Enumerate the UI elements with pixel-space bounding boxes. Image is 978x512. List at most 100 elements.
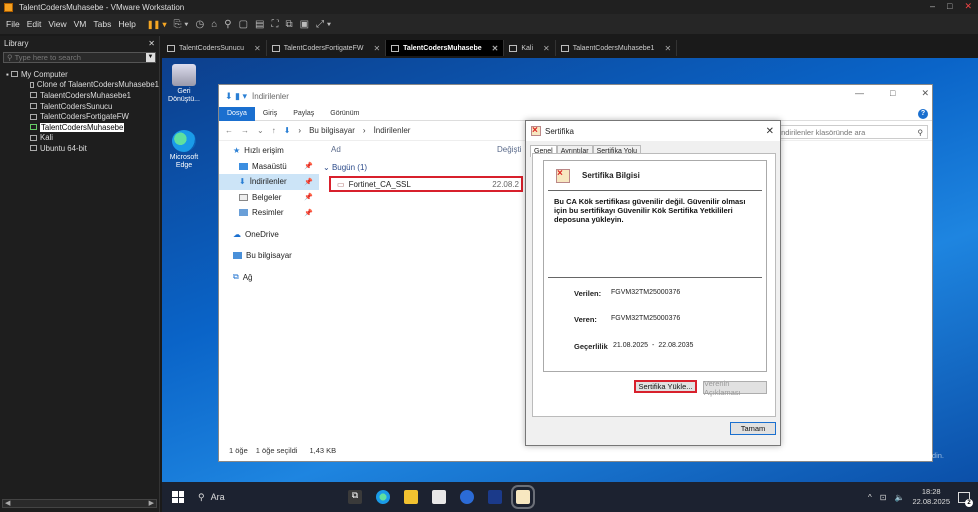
scroll-right-icon[interactable]: ▶	[149, 500, 154, 507]
menu-help[interactable]: Help	[118, 19, 135, 29]
thumbnail-icon[interactable]: ▤	[255, 19, 264, 30]
pause-icon[interactable]: ❚❚ ▾	[147, 20, 167, 29]
edge-icon[interactable]	[376, 490, 390, 504]
breadcrumb-this-pc[interactable]: Bu bilgisayar	[309, 126, 355, 135]
ribbon-tab-home[interactable]: Giriş	[255, 107, 285, 121]
nav-quick-access[interactable]: ★ Hızlı erişim	[219, 143, 319, 159]
ribbon-tab-file[interactable]: Dosya	[219, 106, 255, 121]
maximize-icon[interactable]: □	[890, 88, 895, 99]
library-toggle-icon[interactable]: ▢	[239, 19, 248, 30]
nav-this-pc[interactable]: Bu bilgisayar	[219, 248, 319, 264]
install-certificate-button[interactable]: Sertifika Yükle...	[634, 380, 697, 393]
recycle-bin-shortcut[interactable]: Geri Dönüştü...	[166, 64, 202, 104]
close-icon[interactable]: ✕	[921, 88, 929, 99]
edge-shortcut[interactable]: Microsoft Edge	[166, 130, 202, 170]
snapshot-icon[interactable]: ◷	[195, 19, 204, 30]
recent-chevron-icon[interactable]: ⌄	[257, 126, 264, 135]
menu-view[interactable]: View	[48, 19, 66, 29]
tree-vm-item[interactable]: TalentCodersSunucu	[0, 101, 159, 112]
snapshot-manager-icon[interactable]: ⚲	[224, 19, 231, 30]
library-search-input[interactable]: ⚲ Type here to search ▼	[3, 52, 156, 63]
valid-to: 22.08.2035	[658, 342, 694, 349]
group-header-today[interactable]: ⌄ Bugün (1)	[323, 163, 367, 172]
tab-vm[interactable]: TalentCodersSunucu ✕	[162, 40, 267, 56]
tab-vm[interactable]: TalaentCodersMuhasebe1 ✕	[556, 40, 678, 56]
library-horizontal-scrollbar[interactable]: ◀ ▶	[2, 499, 157, 508]
computer-icon	[10, 71, 18, 78]
tray-chevron-up-icon[interactable]: ^	[868, 493, 872, 502]
menu-vm[interactable]: VM	[74, 19, 87, 29]
windows-start-icon[interactable]	[172, 491, 184, 503]
up-arrow-icon[interactable]: ↑	[272, 126, 276, 135]
volume-icon[interactable]: 🔈	[894, 493, 904, 502]
nav-network[interactable]: ⧉ Ağ	[219, 270, 319, 286]
store-icon[interactable]	[432, 490, 446, 504]
vm-tab-icon	[271, 44, 280, 52]
close-icon[interactable]: ✕	[766, 126, 774, 137]
close-tab-icon[interactable]: ✕	[254, 44, 261, 53]
menu-tabs[interactable]: Tabs	[93, 19, 111, 29]
menu-file[interactable]: File	[6, 19, 20, 29]
server-manager-icon[interactable]	[460, 490, 474, 504]
close-button[interactable]: ✕	[964, 1, 972, 12]
scroll-left-icon[interactable]: ◀	[5, 500, 10, 507]
back-arrow-icon[interactable]: ←	[225, 126, 233, 135]
taskbar-clock[interactable]: 18:28 22.08.2025	[912, 487, 950, 507]
menu-edit[interactable]: Edit	[27, 19, 42, 29]
revert-snapshot-icon[interactable]: ⌂	[211, 19, 217, 30]
tree-vm-item-selected[interactable]: TalentCodersMuhasebe	[0, 122, 159, 133]
tree-vm-item[interactable]: Ubuntu 64-bit	[0, 143, 159, 154]
console-view-icon[interactable]: ▣	[300, 19, 309, 30]
tree-vm-item[interactable]: Clone of TalaentCodersMuhasebe1	[0, 80, 159, 91]
nav-item-pictures[interactable]: Resimler 📌	[219, 205, 319, 221]
issuer-statement-button[interactable]: Verenin Açıklaması	[703, 379, 767, 397]
close-tab-icon[interactable]: ✕	[373, 44, 380, 53]
help-icon[interactable]: ?	[918, 108, 928, 119]
tree-vm-item[interactable]: TalaentCodersMuhasebe1	[0, 90, 159, 101]
taskbar-search[interactable]: ⚲ Ara	[198, 492, 338, 503]
stretch-icon[interactable]: ⤢ ▾	[316, 19, 331, 30]
nav-item-documents[interactable]: Belgeler 📌	[219, 190, 319, 206]
tree-my-computer[interactable]: ▪ My Computer	[0, 69, 159, 80]
notification-center-icon[interactable]: 2	[958, 491, 973, 507]
explorer-search-input[interactable]: İndirilenler klasöründe ara ⚲	[772, 125, 928, 139]
tree-vm-item[interactable]: Kali	[0, 133, 159, 144]
tree-vm-item[interactable]: TalentCodersFortigateFW	[0, 111, 159, 122]
unity-icon[interactable]: ⧉	[286, 19, 293, 30]
nav-item-downloads[interactable]: ⬇ İndirilenler 📌	[219, 174, 319, 190]
fullscreen-icon[interactable]: ⛶	[272, 19, 279, 30]
library-close-icon[interactable]: ✕	[148, 39, 155, 48]
close-tab-icon[interactable]: ✕	[664, 44, 671, 53]
network-icon[interactable]: ⊡	[880, 493, 887, 502]
close-tab-icon[interactable]: ✕	[543, 44, 550, 53]
file-row-fortinet-ca-ssl[interactable]: ▭ Fortinet_CA_SSL 22.08.2	[329, 176, 523, 192]
search-icon: ⚲	[917, 127, 924, 137]
issued-to-label: Verilen:	[574, 289, 602, 298]
window-controls: – □ ✕	[930, 1, 972, 12]
validity-label: Geçerlilik	[574, 342, 608, 351]
breadcrumb-downloads[interactable]: İndirilenler	[374, 126, 411, 135]
file-explorer-icon[interactable]	[404, 490, 418, 504]
chevron-down-icon[interactable]: ▼	[146, 53, 155, 62]
column-header-name[interactable]: Ad	[331, 145, 341, 154]
maximize-button[interactable]: □	[947, 1, 952, 12]
ribbon-tab-view[interactable]: Görünüm	[322, 107, 367, 121]
tab-vm[interactable]: TalentCodersFortigateFW ✕	[267, 40, 387, 56]
certificate-taskbar-icon[interactable]	[511, 485, 535, 509]
ok-button[interactable]: Tamam	[730, 422, 776, 435]
tab-vm[interactable]: Kali ✕	[504, 40, 556, 56]
nav-item-desktop[interactable]: Masaüstü 📌	[219, 159, 319, 175]
nav-onedrive[interactable]: ☁ OneDrive	[219, 227, 319, 243]
quick-access-toolbar-icon[interactable]: ⬇ ▮ ▾	[225, 91, 247, 102]
minimize-icon[interactable]: —	[855, 88, 864, 99]
send-ctrl-alt-del-icon[interactable]: ⎘ ▾	[174, 19, 189, 30]
divider	[548, 277, 762, 278]
minimize-button[interactable]: –	[930, 1, 935, 12]
tab-vm-active[interactable]: TalentCodersMuhasebe ✕	[386, 40, 505, 56]
column-header-modified[interactable]: Değişti	[497, 145, 521, 154]
forward-arrow-icon[interactable]: →	[241, 126, 249, 135]
close-tab-icon[interactable]: ✕	[492, 44, 499, 53]
ribbon-tab-share[interactable]: Paylaş	[285, 107, 322, 121]
task-view-icon[interactable]: ⧉	[348, 490, 362, 504]
powershell-icon[interactable]	[488, 490, 502, 504]
